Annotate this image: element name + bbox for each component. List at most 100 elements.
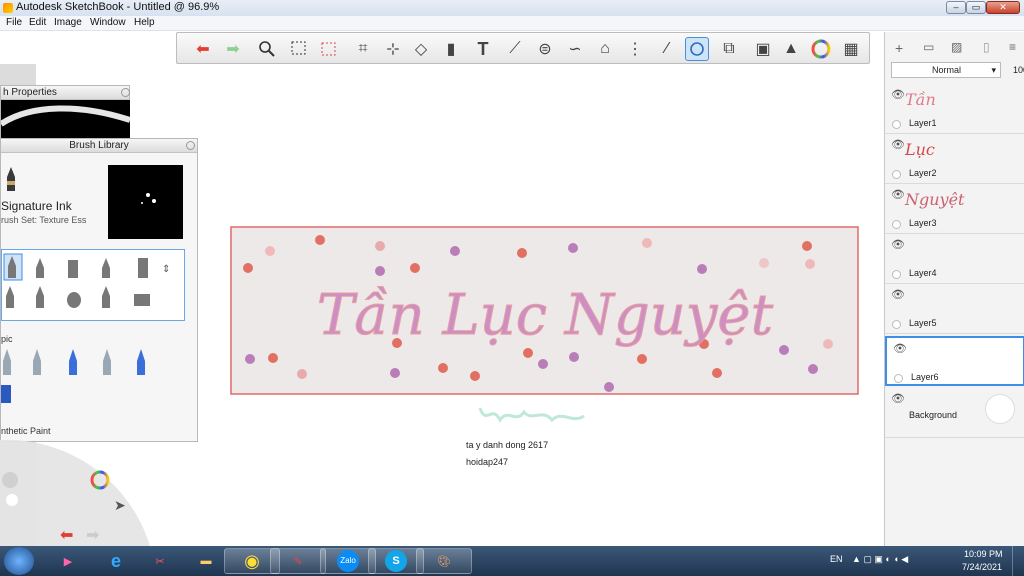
brush-grid-pencils[interactable] — [1, 345, 185, 409]
brush-grid-selected-set[interactable]: ⇕ — [1, 249, 185, 321]
add-layer-icon[interactable]: + — [895, 40, 903, 56]
eye-icon[interactable]: 👁︎ — [891, 238, 905, 251]
eye-icon[interactable]: 👁︎ — [891, 88, 905, 101]
clock-time[interactable]: 10:09 PM — [964, 549, 1003, 559]
stroke-tool-icon[interactable]: ⁄ — [655, 37, 679, 61]
layer-name: Layer1 — [909, 118, 937, 128]
language-indicator[interactable]: EN — [830, 554, 843, 564]
transform-icon[interactable]: ⊹ — [381, 37, 405, 61]
layer-thumbnail — [905, 240, 975, 264]
show-desktop-button[interactable] — [1012, 546, 1024, 576]
color-wheel-icon[interactable] — [809, 37, 833, 61]
layer-lock-toggle[interactable] — [892, 170, 901, 179]
menu-window[interactable]: Window — [90, 17, 126, 28]
blend-mode-value: Normal — [932, 65, 962, 75]
undo-icon[interactable]: ⬅ — [191, 37, 215, 61]
menu-image[interactable]: Image — [54, 17, 82, 28]
brush-name: Signature Ink — [1, 199, 72, 213]
text-icon[interactable]: T — [471, 37, 495, 61]
layer-name: Layer5 — [909, 318, 937, 328]
brush-properties-panel: h Properties — [0, 85, 130, 140]
main-toolbar: ⬅ ➡ ⌗ ⊹ ◇ ▮ T ⟋ ⊜ ∽ ⌂ ⋮ ⁄ ⧉ ▣ ▲ ▦ — [176, 32, 870, 64]
layer-lock-toggle[interactable] — [892, 220, 901, 229]
layer-row[interactable]: 👁︎ Background — [885, 388, 1024, 438]
layer-row[interactable]: 👁︎ Lục Layer2 — [885, 134, 1024, 184]
ruler-icon[interactable]: ⟋ — [503, 37, 527, 61]
perspective-icon[interactable]: ◇ — [409, 37, 433, 61]
select-lasso-icon[interactable] — [317, 37, 341, 61]
predictive-stroke-icon[interactable] — [685, 37, 709, 61]
shape-icon[interactable]: ⧉ — [717, 37, 741, 61]
menu-bar: File Edit Image Window Help — [0, 16, 1024, 31]
layer-thumbnail: Lục — [905, 140, 935, 159]
crop-icon[interactable]: ⌗ — [351, 37, 375, 61]
menu-edit[interactable]: Edit — [29, 17, 46, 28]
brush-icon[interactable]: ▲ — [779, 37, 803, 61]
menu-help[interactable]: Help — [134, 17, 155, 28]
ellipse-guide-icon[interactable]: ⊜ — [533, 37, 557, 61]
banner-artwork: Tần Lục Nguyệt — [230, 226, 859, 395]
menu-file[interactable]: File — [6, 17, 22, 28]
brush-section-label: pic — [1, 334, 13, 344]
zoom-icon[interactable] — [255, 37, 279, 61]
caption-line-1: ta y danh dong 2617 — [466, 440, 549, 450]
background-color-swatch[interactable] — [985, 394, 1015, 424]
brush-properties-title[interactable]: h Properties — [1, 86, 129, 100]
brush-set-name: rush Set: Texture Ess — [1, 215, 87, 225]
close-button[interactable]: ✕ — [986, 1, 1020, 14]
clear-icon[interactable]: ▯ — [983, 40, 990, 54]
copy-icon[interactable]: ▣ — [751, 37, 775, 61]
eye-icon[interactable]: 👁︎ — [891, 392, 905, 405]
svg-text:➤: ➤ — [114, 497, 126, 513]
layer-name: Layer3 — [909, 218, 937, 228]
maximize-button[interactable]: ▭ — [966, 1, 986, 14]
fill-icon[interactable]: ▮ — [439, 37, 463, 61]
sketchbook-app-icon — [3, 3, 13, 13]
svg-text:➡: ➡ — [86, 527, 99, 544]
layer-row[interactable]: 👁︎ Layer4 — [885, 234, 1024, 284]
layer-row[interactable]: 👁︎ Nguyệt Layer3 — [885, 184, 1024, 234]
image-icon[interactable]: ▨ — [951, 40, 962, 54]
watermark-sketch — [478, 407, 585, 423]
layer-lock-toggle[interactable] — [892, 270, 901, 279]
menu-icon[interactable]: ≡ — [1009, 40, 1016, 54]
layer-lock-toggle[interactable] — [892, 320, 901, 329]
lagoon-radial-menu[interactable]: ⬅ ➡ ➤ — [0, 440, 160, 546]
panel-close-icon[interactable] — [121, 88, 130, 97]
french-curve-icon[interactable]: ∽ — [563, 37, 587, 61]
redo-icon[interactable]: ➡ — [221, 37, 245, 61]
tray-icons[interactable]: ▲ ▢ ▣ ◐ ◖ ◀ — [852, 554, 908, 565]
minimize-button[interactable]: – — [946, 1, 966, 14]
brush-stroke-preview — [108, 165, 183, 239]
layer-row[interactable]: 👁︎ Layer5 — [885, 284, 1024, 334]
eye-icon[interactable]: 👁︎ — [891, 288, 905, 301]
title-bar: Autodesk SketchBook - Untitled @ 96.9% –… — [0, 0, 1024, 16]
layer-thumbnail: Nguyệt — [905, 190, 965, 209]
svg-text:⬅: ⬅ — [60, 527, 73, 544]
eye-icon[interactable]: 👁︎ — [891, 188, 905, 201]
layout-icon[interactable]: ▦ — [839, 37, 863, 61]
panel-close-icon[interactable] — [186, 141, 195, 150]
layer-panel: + ▭ ▨ ▯ ≡ Normal ▾ 100 👁︎TầnLayer1👁︎LụcL… — [884, 32, 1024, 546]
layer-row[interactable]: 👁︎ Layer6 — [885, 336, 1024, 386]
folder-icon[interactable]: ▭ — [923, 40, 934, 54]
brush-library-panel: Brush Library Signature Ink rush Set: Te… — [0, 138, 198, 442]
layer-thumbnail — [905, 290, 975, 314]
perspective-grid-icon[interactable]: ⌂ — [593, 37, 617, 61]
clock-date[interactable]: 7/24/2021 — [962, 562, 1002, 572]
sketchbook-icon[interactable]: ✎ — [270, 548, 326, 574]
eye-icon[interactable]: 👁︎ — [893, 342, 907, 355]
paint-icon[interactable]: 🎨︎ — [416, 548, 472, 574]
layer-lock-toggle[interactable] — [894, 374, 903, 383]
layer-lock-toggle[interactable] — [892, 120, 901, 129]
eye-icon[interactable]: 👁︎ — [891, 138, 905, 151]
brush-preview — [1, 100, 130, 140]
blend-mode-select[interactable]: Normal ▾ — [891, 62, 1001, 78]
brush-library-title[interactable]: Brush Library — [1, 139, 197, 153]
layer-row[interactable]: 👁︎ Tần Layer1 — [885, 84, 1024, 134]
select-rect-icon[interactable] — [287, 37, 311, 61]
start-orb[interactable] — [4, 547, 34, 575]
symmetry-icon[interactable]: ⋮ — [623, 37, 647, 61]
opacity-value[interactable]: 100 — [1013, 65, 1024, 75]
layer-thumbnail — [907, 344, 977, 368]
